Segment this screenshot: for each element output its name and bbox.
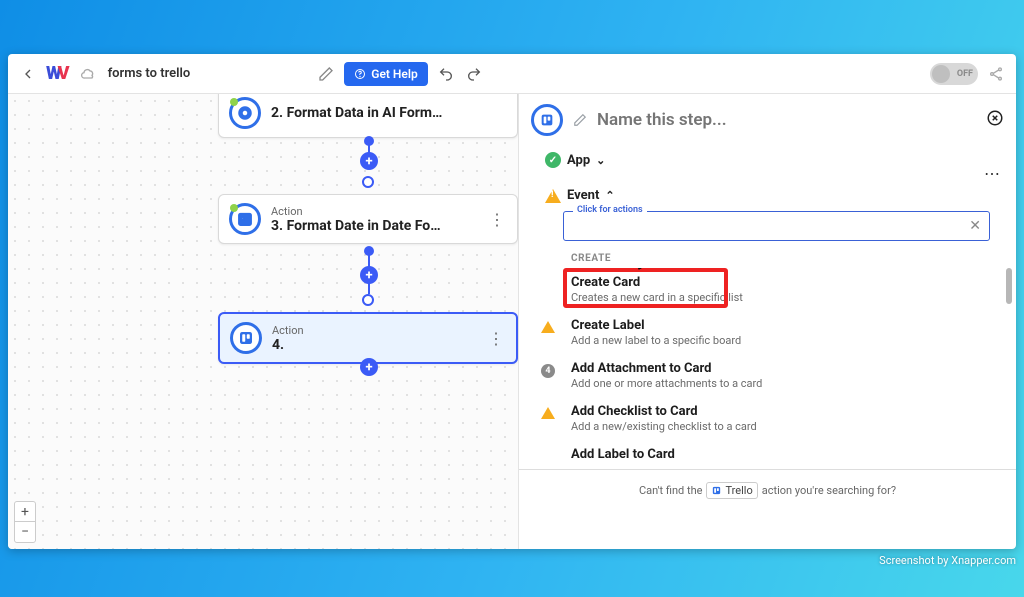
watermark: Screenshot by Xnapper.com [879,554,1016,567]
toolbar: WV forms to trello Get Help OFF [8,54,1016,94]
node-menu-icon[interactable]: ⋮ [486,329,506,348]
action-desc: Add a new label to a specific board [571,334,990,347]
chevron-down-icon: ⌄ [596,154,605,167]
zoom-out-button[interactable]: − [15,522,35,542]
canvas[interactable]: 2. Format Data in AI Form… + Action 3. F… [8,94,518,549]
search-hint: Click for actions [573,205,647,215]
node-title: 4. [272,337,476,353]
zoom-control: + − [14,501,36,543]
node-menu-icon[interactable]: ⋮ [487,210,507,229]
node-label: Action [272,324,476,337]
trello-chip[interactable]: Trello [706,482,757,499]
close-panel-icon[interactable] [986,109,1004,131]
search-input[interactable] [572,219,969,234]
action-title: Add Attachment to Card [571,361,990,376]
action-title: Add Checklist to Card [571,404,990,419]
publish-toggle[interactable]: OFF [930,63,978,85]
warning-icon [541,407,555,419]
action-add-label[interactable]: Add Label to Card [519,440,1016,469]
app-frame: WV forms to trello Get Help OFF [8,54,1016,549]
event-section[interactable]: Event ⌃ [519,174,1016,209]
connector-ring [362,176,374,188]
action-add-attachment[interactable]: 4 Add Attachment to Card Add one or more… [519,354,1016,397]
trello-icon [531,104,563,136]
cloud-icon[interactable] [78,64,98,84]
node-4[interactable]: Action 4. ⋮ [218,312,518,364]
workflow-title[interactable]: forms to trello [108,66,191,81]
action-create-label[interactable]: Create Label Add a new label to a specif… [519,311,1016,354]
action-desc: Add a new/existing checklist to a card [571,420,990,433]
redo-icon[interactable] [464,64,484,84]
connector-ring [362,294,374,306]
action-title: Add Label to Card [571,447,990,462]
add-step-button[interactable]: + [360,358,378,376]
node-3[interactable]: Action 3. Format Date in Date Fo… ⋮ [218,194,518,244]
body: 2. Format Data in AI Form… + Action 3. F… [8,94,1016,549]
chevron-up-icon: ⌃ [605,189,614,202]
panel-header [519,94,1016,146]
share-icon[interactable] [986,64,1006,84]
action-desc: Creates a new card in a specific list [571,291,990,304]
group-create-label: CREATE [571,253,1016,264]
side-panel: ⋯ ✓ App ⌄ Event ⌃ Click for actions [518,94,1016,549]
back-icon[interactable] [18,64,38,84]
action-title: Create Card [571,275,990,290]
action-create-card[interactable]: Create Card Creates a new card in a spec… [519,268,1016,311]
trello-icon [230,322,262,354]
event-label: Event [567,188,599,203]
calendar-icon [229,203,261,235]
footer-pre: Can't find the [639,484,703,497]
scrollbar[interactable] [1006,268,1012,469]
node-title: 3. Format Date in Date Fo… [271,218,477,234]
help-button[interactable]: Get Help [344,62,427,86]
footer-post: action you're searching for? [762,484,896,497]
warning-icon [541,321,555,333]
event-search: Click for actions ✕ [519,211,1016,241]
logo: WV [46,63,70,84]
node-label: Action [271,205,477,218]
panel-footer: Can't find the Trello action you're sear… [519,470,1016,511]
panel-more-icon[interactable]: ⋯ [984,164,1000,183]
action-title: Create Label [571,318,990,333]
node-2[interactable]: 2. Format Data in AI Form… [218,94,518,138]
actions-list: Create Card Creates a new card in a spec… [519,268,1016,470]
node-title: 2. Format Data in AI Form… [271,105,507,121]
app-label: App [567,153,590,168]
warning-icon [545,189,561,203]
gear-icon [229,97,261,129]
undo-icon[interactable] [436,64,456,84]
add-step-button[interactable]: + [360,266,378,284]
help-label: Get Help [371,67,417,81]
count-icon: 4 [541,364,555,378]
search-input-wrap: ✕ [563,211,990,241]
app-section[interactable]: ✓ App ⌄ [519,146,1016,174]
pencil-icon[interactable] [573,113,587,127]
footer-app: Trello [725,484,752,497]
step-name-input[interactable] [597,110,976,130]
action-desc: Add one or more attachments to a card [571,377,990,390]
zoom-in-button[interactable]: + [15,502,35,522]
add-step-button[interactable]: + [360,152,378,170]
check-icon: ✓ [545,152,561,168]
edit-title-icon[interactable] [316,64,336,84]
clear-search-icon[interactable]: ✕ [969,218,981,234]
toggle-label: OFF [957,69,973,79]
action-add-checklist[interactable]: Add Checklist to Card Add a new/existing… [519,397,1016,440]
